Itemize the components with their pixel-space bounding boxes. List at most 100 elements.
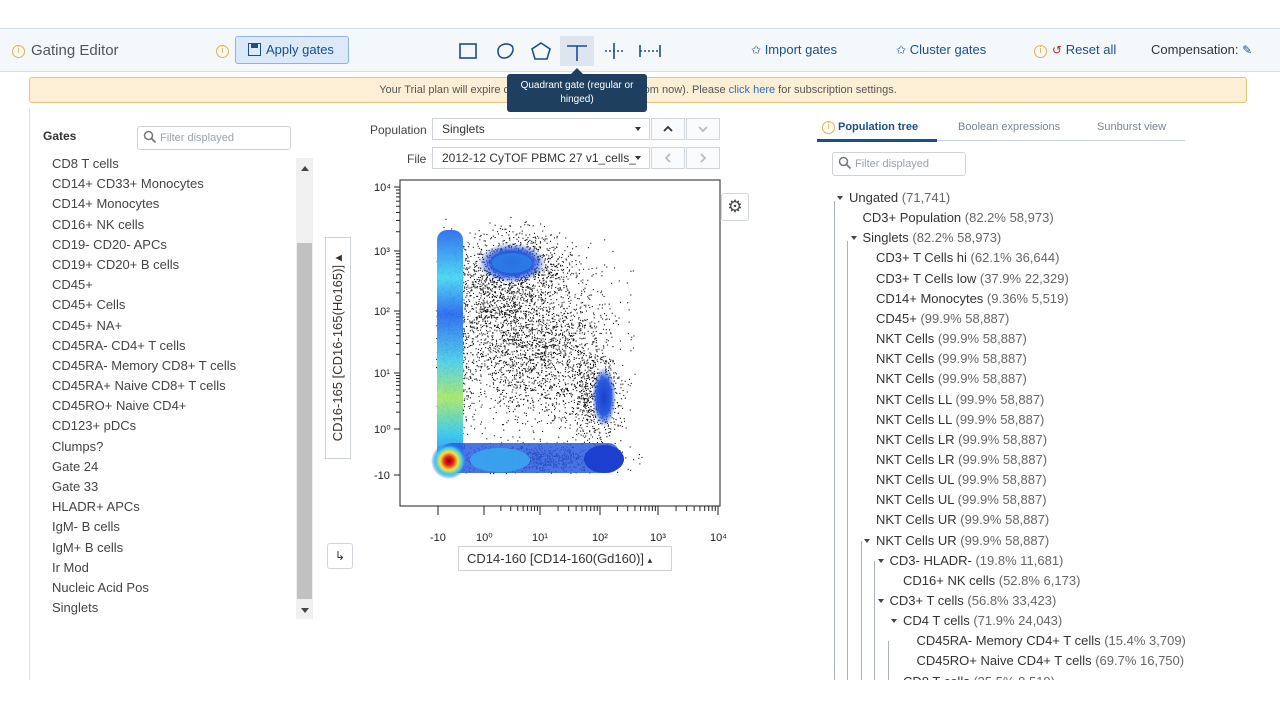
tree-node[interactable]: NKT Cells UL (99.9% 58,887) [876, 471, 1047, 491]
reset-all-button[interactable]: ↺ Reset all [1052, 42, 1116, 57]
tree-node[interactable]: CD45RA- Memory CD4+ T cells (15.4% 3,709… [917, 632, 1186, 652]
gate-list-item[interactable]: Singlets [43, 599, 298, 619]
swap-axes-button[interactable]: ↳ [327, 543, 353, 569]
tree-node[interactable]: CD45+ (99.9% 58,887) [876, 310, 1009, 330]
quadrant-gate-tool[interactable] [560, 36, 594, 66]
subscription-link[interactable]: click here [729, 84, 775, 96]
gate-list-item[interactable]: CD19- CD20- APCs [43, 236, 298, 256]
tab-population-tree[interactable]: Population tree [838, 121, 918, 133]
tree-node[interactable]: CD14+ Monocytes (9.36% 5,519) [876, 290, 1069, 310]
scroll-up-icon[interactable] [301, 166, 309, 171]
gate-list-item[interactable]: CD16+ NK cells [43, 216, 298, 236]
file-label: File [407, 152, 427, 166]
chevron-up-icon: ▴ [647, 555, 653, 565]
tree-node[interactable]: NKT Cells LR (99.9% 58,887) [876, 431, 1047, 451]
info-icon[interactable]: i [12, 45, 25, 58]
tree-node[interactable]: CD45RO+ Naive CD4+ T cells (69.7% 16,750… [917, 652, 1185, 672]
ellipse-gate-tool[interactable] [488, 36, 522, 66]
file-prev-button[interactable] [651, 147, 685, 169]
tree-node[interactable]: NKT Cells LL (99.9% 58,887) [876, 391, 1044, 411]
polygon-gate-tool[interactable] [524, 36, 558, 66]
gate-list-item[interactable]: HLADR+ APCs [43, 498, 298, 518]
gate-list-item[interactable]: Gate 33 [43, 478, 298, 498]
tree-node-stats: (99.9% 58,887) [954, 431, 1048, 447]
active-tab-indicator [817, 139, 937, 142]
import-gates-button[interactable]: ✩ Import gates [751, 42, 837, 57]
gate-list-item[interactable]: IgM- B cells [43, 518, 298, 538]
tree-node[interactable]: CD3- HLADR- (19.8% 11,681) [890, 552, 1064, 572]
tree-filter-input[interactable]: Filter displayed [832, 152, 966, 176]
expand-caret-icon[interactable] [877, 558, 884, 563]
scroll-thumb[interactable] [297, 243, 312, 599]
population-select[interactable]: Singlets [432, 118, 650, 140]
gate-list-item[interactable]: CD45+ [43, 276, 298, 296]
x-axis-select[interactable]: CD14-160 [CD14-160(Gd160)] ▴ [458, 546, 672, 571]
pencil-icon[interactable]: ✎ [1242, 43, 1252, 57]
population-down-button[interactable] [686, 118, 720, 140]
tree-info-icon[interactable]: i [822, 121, 835, 134]
scatter-plot[interactable]: 10⁴ 10³ 10² 10¹ 10⁰ -10 -10 10⁰ 10¹ 10² 10³ 10⁴ [360, 175, 740, 547]
tree-node-name: CD3- HLADR- [889, 552, 972, 568]
tree-node[interactable]: CD3+ Population (82.2% 58,973) [863, 209, 1054, 229]
split-gate-tool[interactable] [597, 36, 631, 66]
tree-node[interactable]: NKT Cells LR (99.9% 58,887) [876, 451, 1047, 471]
tree-node[interactable]: NKT Cells LL (99.9% 58,887) [876, 411, 1044, 431]
range-gate-tool[interactable] [633, 36, 667, 66]
scroll-down-icon[interactable] [301, 608, 309, 613]
tree-node[interactable]: CD8 T cells (25.5% 8,519) [903, 673, 1055, 680]
gate-list-item[interactable]: Ir Mod [43, 559, 298, 579]
rectangle-gate-tool[interactable] [451, 36, 485, 66]
gate-list-item[interactable]: IgM+ B cells [43, 539, 298, 559]
tree-node[interactable]: NKT Cells (99.9% 58,887) [876, 370, 1027, 390]
tree-node[interactable]: CD3+ T cells (56.8% 33,423) [890, 592, 1057, 612]
cluster-gates-button[interactable]: ✩ Cluster gates [896, 42, 986, 57]
tree-node[interactable]: NKT Cells UR (99.9% 58,887) [876, 511, 1049, 531]
expand-caret-icon[interactable] [837, 196, 843, 200]
swap-icon: ↳ [334, 549, 346, 563]
gate-list-item[interactable]: Clumps? [43, 438, 298, 458]
tree-node[interactable]: NKT Cells UR (99.9% 58,887) [876, 532, 1049, 552]
gate-list-item[interactable]: CD45+ NA+ [43, 317, 298, 337]
gate-list-item[interactable]: CD45RA+ Naive CD8+ T cells [43, 377, 298, 397]
tree-node[interactable]: Ungated (71,741) [849, 189, 950, 209]
population-up-button[interactable] [651, 118, 685, 140]
expand-caret-icon[interactable] [850, 236, 857, 241]
gate-list-item[interactable]: Gate 24 [43, 458, 298, 478]
reset-info-icon[interactable]: i [1034, 45, 1047, 58]
gate-list-item[interactable]: Nucleic Acid Pos [43, 579, 298, 599]
gate-list-item[interactable]: CD14+ Monocytes [43, 195, 298, 215]
tree-node[interactable]: CD3+ T Cells hi (62.1% 36,644) [876, 249, 1059, 269]
gate-list-item[interactable]: CD19+ CD20+ B cells [43, 256, 298, 276]
gate-list-item[interactable]: CD45RA- Memory CD8+ T cells [43, 357, 298, 377]
tree-node[interactable]: NKT Cells (99.9% 58,887) [876, 350, 1027, 370]
expand-caret-icon[interactable] [877, 599, 884, 603]
tab-sunburst-view[interactable]: Sunburst view [1097, 121, 1166, 133]
population-tree: Ungated (71,741) CD3+ Population (82.2% 5… [829, 189, 1269, 680]
tree-node[interactable]: CD4 T cells (71.9% 24,043) [903, 612, 1062, 632]
compensation-control[interactable]: Compensation: ✎ [1151, 42, 1252, 57]
apply-info-icon[interactable]: i [216, 45, 229, 58]
tree-node[interactable]: NKT Cells (99.9% 58,887) [876, 330, 1027, 350]
tree-node[interactable]: CD3+ T Cells low (37.9% 22,329) [876, 270, 1069, 290]
search-icon [838, 156, 852, 170]
gate-list-item[interactable]: CD123+ pDCs [43, 417, 298, 437]
gate-list-item[interactable]: CD45RA- CD4+ T cells [43, 337, 298, 357]
y-axis-select[interactable]: CD16-165 [CD16-165(Ho165)] ▴ [325, 237, 351, 459]
apply-gates-button[interactable]: Apply gates [235, 36, 349, 64]
tree-node-stats: (15.4% 3,709) [1100, 633, 1186, 649]
gate-list-item[interactable]: CD45+ Cells [43, 296, 298, 316]
tree-node[interactable]: Singlets (82.2% 58,973) [863, 229, 1002, 249]
tree-node[interactable]: NKT Cells UL (99.9% 58,887) [876, 491, 1047, 511]
gate-list-item[interactable]: CD45RO+ Naive CD4+ [43, 397, 298, 417]
tab-boolean-expressions[interactable]: Boolean expressions [958, 121, 1060, 133]
expand-caret-icon[interactable] [891, 619, 897, 624]
expand-caret-icon[interactable] [864, 538, 870, 543]
gate-list-item[interactable]: CD8 T cells [43, 155, 298, 175]
tree-node[interactable]: CD16+ NK cells (52.8% 6,173) [903, 572, 1080, 592]
tree-node-stats: (99.9% 58,887) [956, 532, 1050, 548]
gates-filter-input[interactable]: Filter displayed [137, 126, 291, 150]
gate-list-item[interactable]: CD14+ CD33+ Monocytes [43, 175, 298, 195]
file-next-button[interactable] [686, 147, 720, 169]
tree-node-stats: (25.5% 8,519) [970, 674, 1055, 680]
file-select[interactable]: 2012-12 CyTOF PBMC 27 v1_cells_ [432, 147, 650, 169]
